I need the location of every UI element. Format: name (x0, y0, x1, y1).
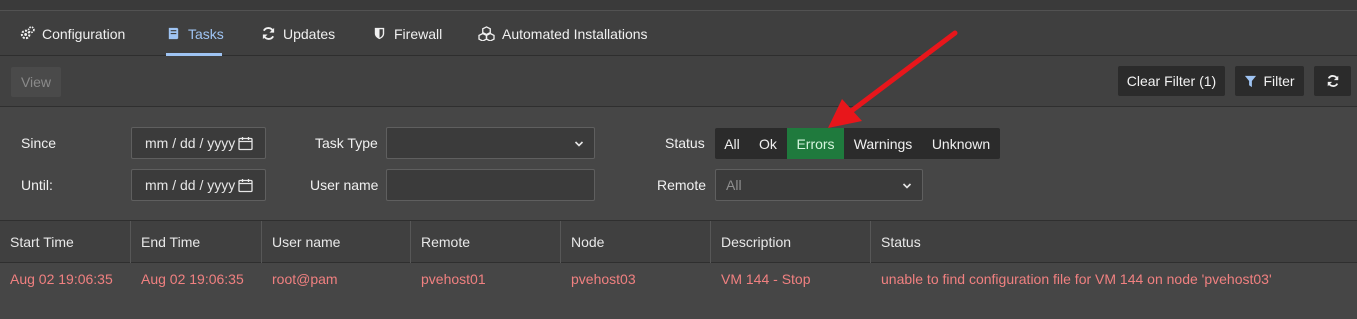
refresh-button[interactable] (1314, 66, 1351, 96)
gears-icon (20, 26, 35, 41)
cell-user-name: root@pam (272, 271, 338, 287)
until-label: Until: (21, 177, 53, 193)
since-label: Since (21, 135, 57, 151)
column-header-description[interactable]: Description (711, 221, 871, 263)
task-grid-header: Start Time End Time User name Remote Nod… (0, 221, 1357, 263)
view-button[interactable]: View (11, 67, 61, 97)
tab-automated-installations[interactable]: Automated Installations (478, 11, 648, 56)
since-date-field[interactable]: mm / dd / yyyy (131, 127, 266, 159)
table-row[interactable]: Aug 02 19:06:35 Aug 02 19:06:35 root@pam… (0, 263, 1357, 295)
cell-end-time: Aug 02 19:06:35 (141, 271, 244, 287)
column-header-end-time[interactable]: End Time (131, 221, 262, 263)
cell-start-time: Aug 02 19:06:35 (10, 271, 113, 287)
clear-filter-button[interactable]: Clear Filter (1) (1118, 66, 1225, 96)
cubes-icon (478, 26, 495, 41)
user-name-label: User name (310, 177, 379, 193)
task-grid-body: Aug 02 19:06:35 Aug 02 19:06:35 root@pam… (0, 263, 1357, 319)
shield-icon (372, 26, 387, 41)
tab-firewall[interactable]: Firewall (372, 11, 442, 56)
column-header-node[interactable]: Node (561, 221, 711, 263)
view-button-label: View (20, 74, 52, 90)
tab-label: Tasks (188, 25, 224, 42)
column-header-remote[interactable]: Remote (411, 221, 561, 263)
status-option-all[interactable]: All (715, 128, 749, 159)
clear-filter-label: Clear Filter (1) (1126, 73, 1217, 89)
filter-icon (1244, 75, 1257, 88)
cell-node: pvehost03 (571, 271, 636, 287)
tab-updates[interactable]: Updates (261, 11, 335, 56)
task-type-select[interactable] (386, 127, 595, 159)
status-label: Status (665, 135, 705, 151)
refresh-icon (261, 26, 276, 41)
tab-bar: Configuration Tasks Updates Firewall Aut… (0, 11, 1357, 56)
task-type-label: Task Type (315, 135, 378, 151)
tab-tasks[interactable]: Tasks (166, 11, 224, 56)
filter-button[interactable]: Filter (1235, 66, 1304, 96)
status-segmented-control: All Ok Errors Warnings Unknown (715, 128, 1000, 159)
refresh-icon (1326, 74, 1340, 88)
top-strip (0, 0, 1357, 11)
status-option-ok[interactable]: Ok (749, 128, 787, 159)
tab-label: Updates (283, 25, 336, 42)
since-placeholder: mm / dd / yyyy (145, 135, 236, 151)
column-header-user-name[interactable]: User name (262, 221, 411, 263)
tab-label: Automated Installations (502, 25, 648, 42)
until-date-field[interactable]: mm / dd / yyyy (131, 169, 266, 201)
user-name-input[interactable] (386, 169, 595, 201)
filter-button-label: Filter (1263, 73, 1295, 89)
cell-remote: pvehost01 (421, 271, 486, 287)
remote-label: Remote (657, 177, 707, 193)
until-placeholder: mm / dd / yyyy (145, 177, 236, 193)
tab-label: Firewall (394, 25, 443, 42)
column-header-start-time[interactable]: Start Time (0, 221, 131, 263)
cell-status: unable to find configuration file for VM… (881, 271, 1272, 287)
remote-value: All (726, 177, 742, 193)
cell-description: VM 144 - Stop (721, 271, 811, 287)
remote-select[interactable]: All (715, 169, 923, 201)
status-option-unknown[interactable]: Unknown (922, 128, 1000, 159)
filter-panel: Since mm / dd / yyyy Until: mm / dd / yy… (0, 107, 1357, 221)
status-option-warnings[interactable]: Warnings (844, 128, 922, 159)
book-icon (166, 26, 181, 41)
tab-configuration[interactable]: Configuration (20, 11, 125, 56)
column-header-status[interactable]: Status (871, 221, 1357, 263)
tab-label: Configuration (42, 25, 126, 42)
toolbar: View Clear Filter (1) Filter (0, 56, 1357, 107)
status-option-errors[interactable]: Errors (787, 128, 844, 159)
